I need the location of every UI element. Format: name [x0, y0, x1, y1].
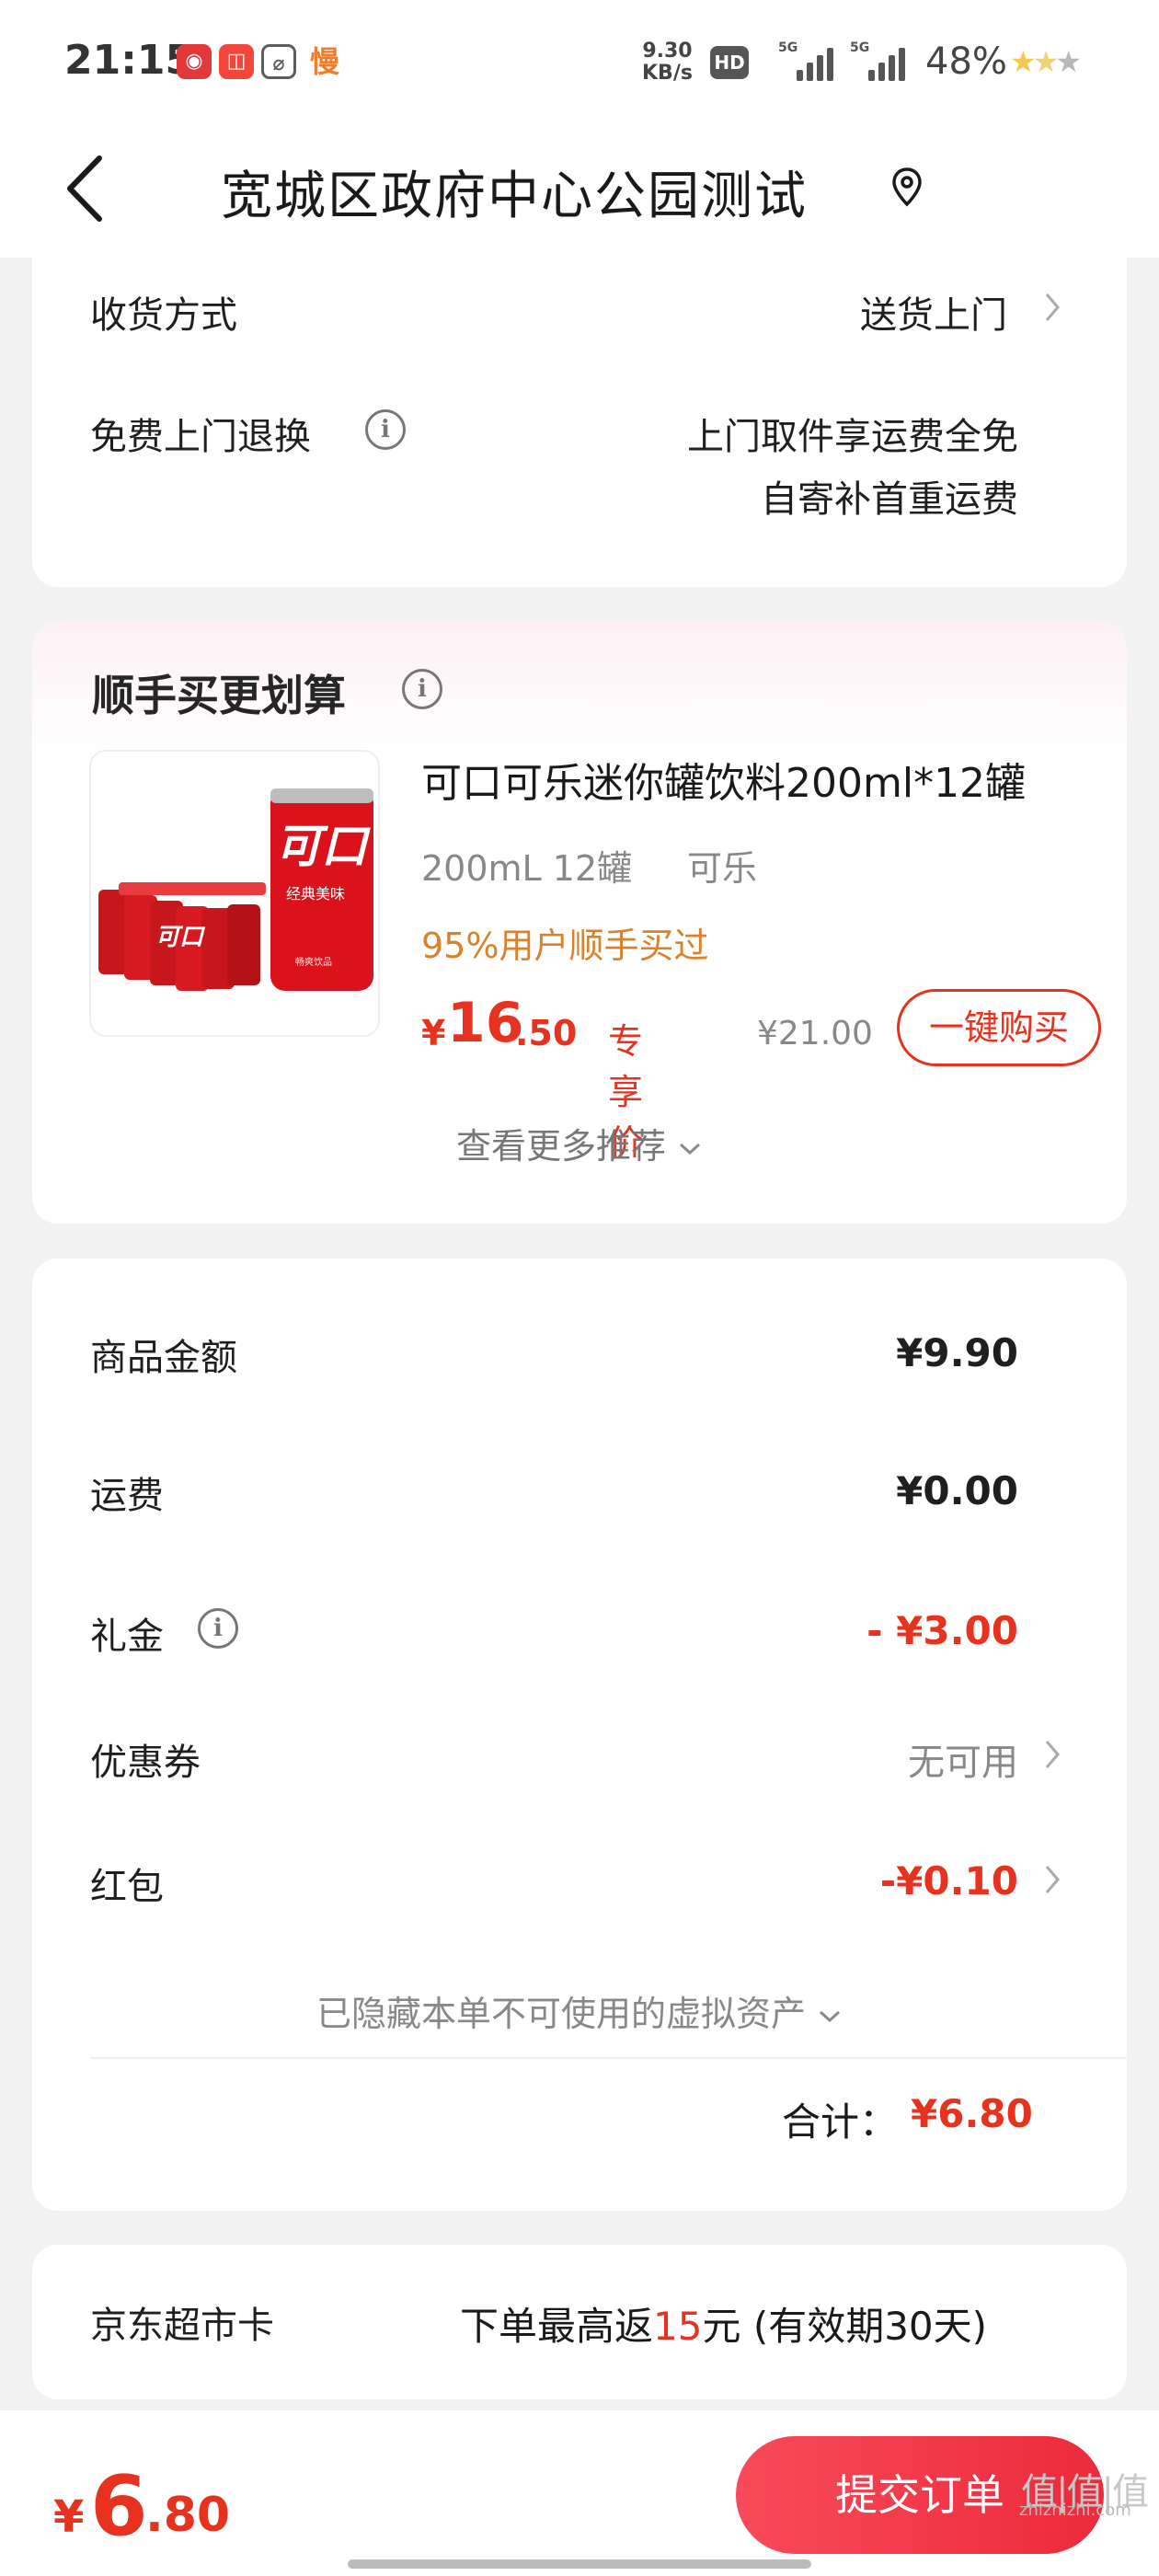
- checkout-bar: ¥ 6 .80 提交订单: [0, 2410, 1159, 2576]
- total-amount-decimal: .80: [145, 2488, 231, 2543]
- status-bar: 21:15 ◉ ◫ ⌀ 慢 9.30 KB/s HD 5G 5G 48% ★★★: [0, 0, 1159, 120]
- network-type-1: 5G: [778, 40, 798, 55]
- free-return-label: 免费上门退换: [90, 416, 311, 458]
- netease-music-icon: ◉: [177, 44, 212, 79]
- signal-icon-1: [797, 44, 839, 81]
- chevron-left-icon: [67, 155, 102, 222]
- chevron-down-icon: [820, 2010, 841, 2022]
- app-root: 21:15 ◉ ◫ ⌀ 慢 9.30 KB/s HD 5G 5G 48% ★★★…: [0, 0, 1159, 2576]
- supermarket-card-desc: 下单最高返15元 (有效期30天): [460, 2304, 988, 2349]
- shipping-fee-label: 运费: [90, 1475, 164, 1517]
- gift-money-label: 礼金: [90, 1616, 164, 1658]
- goods-amount-value: ¥9.90: [896, 1330, 1018, 1375]
- hd-voice-icon: HD: [710, 46, 749, 79]
- star-rating-icon: ★★★: [1010, 44, 1082, 79]
- chevron-down-icon: [680, 1143, 701, 1155]
- coupon-label: 优惠券: [90, 1742, 201, 1784]
- page-title: 宽城区政府中心公园测试: [221, 167, 808, 226]
- chevron-right-icon: [1045, 293, 1060, 321]
- total-value: ¥6.80: [911, 2091, 1033, 2136]
- page-header: 宽城区政府中心公园测试: [0, 120, 1159, 258]
- one-click-buy-button[interactable]: 一键购买: [897, 989, 1101, 1066]
- product-name[interactable]: 可口可乐迷你罐饮料200ml*12罐: [421, 750, 1026, 809]
- delivery-method-value[interactable]: 送货上门: [860, 285, 1007, 339]
- svg-text:可口: 可口: [275, 820, 371, 873]
- app-notification-icon: ◫: [219, 44, 254, 79]
- supermarket-card-label: 京东超市卡: [90, 2305, 274, 2347]
- goods-amount-label: 商品金额: [90, 1337, 237, 1379]
- watermark-text: zhizhizhi.com: [1019, 2501, 1131, 2520]
- bought-ratio: 95%用户顺手买过: [421, 926, 709, 966]
- chevron-right-icon: [1045, 1866, 1060, 1893]
- product-image[interactable]: 可口 可口 经典美味 畅爽饮品: [89, 750, 380, 1037]
- status-time: 21:15: [64, 37, 194, 84]
- free-return-line1: 上门取件享运费全免: [687, 416, 1018, 458]
- total-amount-integer: 6: [90, 2458, 148, 2555]
- total-currency: ¥: [53, 2491, 85, 2543]
- svg-text:经典美味: 经典美味: [286, 885, 345, 903]
- original-price: ¥21.00: [757, 1015, 873, 1052]
- price-integer: 16: [447, 991, 524, 1055]
- home-indicator[interactable]: [348, 2559, 811, 2569]
- recommend-card: 顺手买更划算 i 可口 可口 经典美味 畅爽饮品 可口可乐迷你罐饮料200ml*…: [32, 621, 1127, 1224]
- more-recommendations-link[interactable]: 查看更多推荐: [32, 1118, 1127, 1168]
- free-return-line2: 自寄补首重运费: [761, 478, 1018, 521]
- supermarket-card-row[interactable]: 京东超市卡 下单最高返15元 (有效期30天): [32, 2245, 1127, 2399]
- product-spec: 200mL 12罐: [421, 848, 633, 889]
- info-icon[interactable]: i: [402, 669, 442, 709]
- red-packet-label: 红包: [90, 1866, 164, 1908]
- price-decimal: .50: [515, 1013, 578, 1053]
- battery-level: 48%: [925, 40, 1007, 83]
- recommend-title: 顺手买更划算: [92, 671, 346, 720]
- info-icon[interactable]: i: [198, 1608, 238, 1649]
- total-label: 合计：: [782, 2099, 899, 2145]
- gift-money-value: - ¥3.00: [866, 1608, 1018, 1653]
- info-icon[interactable]: i: [365, 409, 406, 450]
- signal-icon-2: [868, 44, 911, 81]
- divider: [90, 2057, 1127, 2059]
- net-speed: 9.30 KB/s: [642, 40, 693, 85]
- svg-text:畅爽饮品: 畅爽饮品: [295, 956, 332, 968]
- location-pin-icon[interactable]: [890, 166, 924, 212]
- link-icon: ⌀: [261, 44, 296, 79]
- coupon-value[interactable]: 无可用: [908, 1732, 1018, 1786]
- red-packet-value[interactable]: -¥0.10: [880, 1858, 1018, 1903]
- chevron-right-icon: [1045, 1741, 1060, 1768]
- product-flavor: 可乐: [687, 848, 758, 889]
- network-type-2: 5G: [850, 40, 870, 55]
- svg-text:可口: 可口: [155, 924, 206, 951]
- price-currency: ¥: [421, 1013, 446, 1053]
- delivery-card: 收货方式 送货上门 免费上门退换 i 上门取件享运费全免 自寄补首重运费: [32, 258, 1127, 587]
- order-summary-card: 商品金额 ¥9.90 运费 ¥0.00 礼金 i - ¥3.00 优惠券 无可用…: [32, 1259, 1127, 2211]
- slow-app-icon: 慢: [307, 44, 342, 79]
- delivery-method-label: 收货方式: [90, 294, 237, 337]
- shipping-fee-value: ¥0.00: [896, 1468, 1018, 1513]
- back-button[interactable]: [57, 147, 121, 230]
- hidden-assets-toggle[interactable]: 已隐藏本单不可使用的虚拟资产: [32, 1985, 1127, 2036]
